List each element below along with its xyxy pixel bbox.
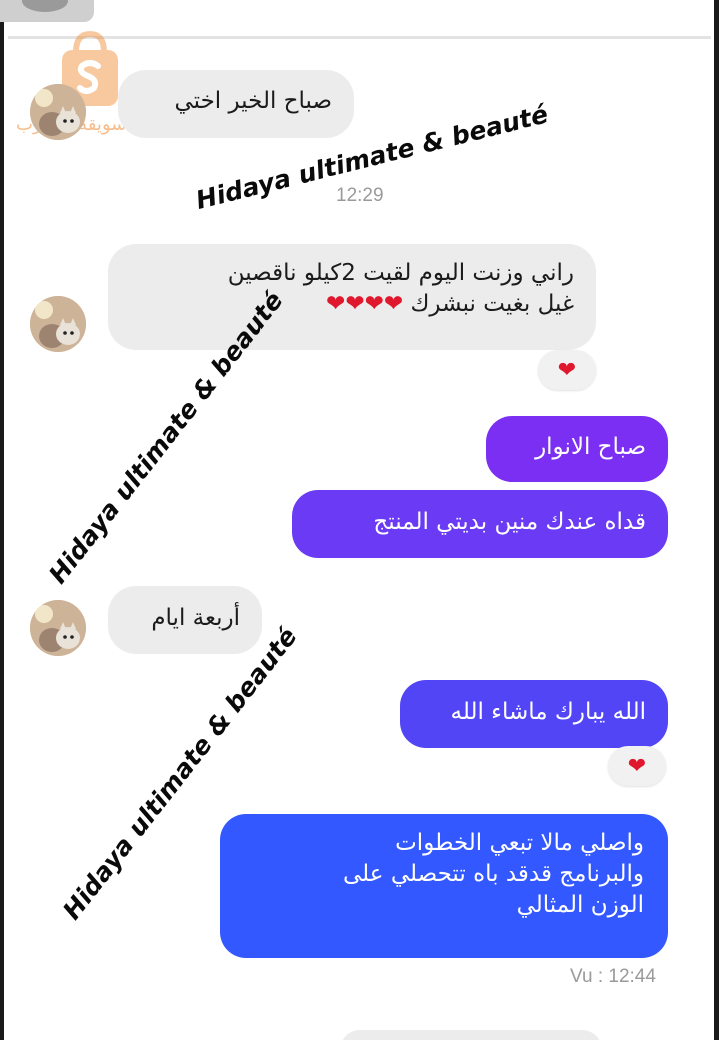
- message-timestamp: 12:29: [336, 185, 384, 206]
- contact-avatar[interactable]: [30, 296, 86, 352]
- heart-reaction[interactable]: ❤: [538, 350, 596, 390]
- incoming-message[interactable]: صباح الخير اختي: [118, 70, 354, 138]
- message-text: صباح الخير اختي: [174, 88, 332, 114]
- message-text: غيل بغيت نبشرك: [410, 291, 574, 317]
- cat-avatar-icon: [30, 84, 86, 140]
- right-border: [714, 0, 719, 1040]
- left-border: [0, 0, 4, 1040]
- message-text: راني وزنت اليوم لقيت 2كيلو ناقصين: [227, 260, 574, 286]
- outgoing-message[interactable]: قداه عندك منين بديتي المنتج: [292, 490, 668, 558]
- message-text: صباح الانوار: [535, 434, 646, 460]
- outgoing-message[interactable]: الله يبارك ماشاء الله: [400, 680, 668, 748]
- heart-icon: ❤: [627, 753, 647, 779]
- message-text: أربعة ايام: [151, 605, 240, 631]
- outgoing-message[interactable]: واصلي مالا تبعي الخطوات والبرنامج قدقد ب…: [220, 814, 668, 958]
- message-text: قداه عندك منين بديتي المنتج: [373, 509, 646, 535]
- heart-icon: ❤: [557, 357, 577, 383]
- incoming-message[interactable]: أربعة ايام: [108, 586, 262, 654]
- contact-avatar[interactable]: [30, 84, 86, 140]
- contact-avatar[interactable]: [30, 600, 86, 656]
- outgoing-message[interactable]: صباح الانوار: [486, 416, 668, 482]
- heart-emoji-icon: ❤❤❤❤: [326, 291, 404, 317]
- heart-reaction[interactable]: ❤: [608, 746, 666, 786]
- message-text: الله يبارك ماشاء الله: [450, 699, 646, 725]
- cat-avatar-icon: [30, 600, 86, 656]
- incoming-message[interactable]: راني وزنت اليوم لقيت 2كيلو ناقصين غيل بغ…: [108, 244, 596, 350]
- message-text: واصلي مالا تبعي الخطوات: [395, 830, 644, 856]
- message-text: والبرنامج قدقد باه تتحصلي على: [343, 861, 644, 887]
- top-media-thumbnail[interactable]: [0, 0, 94, 22]
- cat-avatar-icon: [30, 296, 86, 352]
- message-text: الوزن المثالي: [516, 892, 644, 918]
- incoming-message-partial[interactable]: [340, 1030, 602, 1040]
- seen-timestamp: Vu : 12:44: [570, 966, 656, 987]
- chat-screen: سويقة المغرب صباح الخير اختي 12:29: [0, 0, 719, 1040]
